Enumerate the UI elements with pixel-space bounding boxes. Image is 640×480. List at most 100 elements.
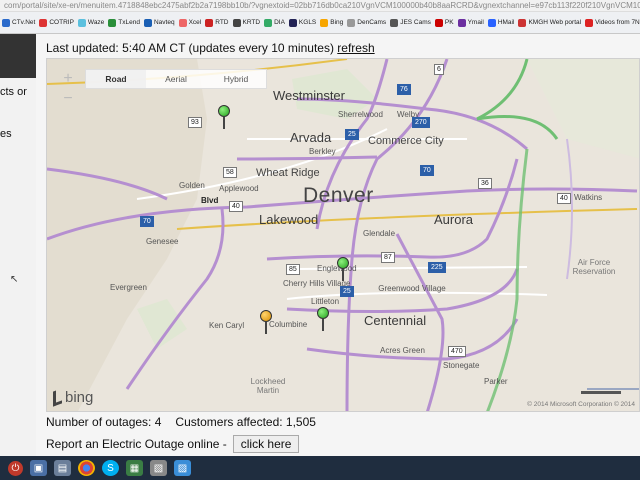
- updated-prefix: Last updated:: [46, 41, 123, 55]
- zoom-out-button[interactable]: −: [60, 91, 76, 107]
- bookmark-favicon-icon: [2, 18, 10, 27]
- bookmark-favicon-icon: [143, 18, 152, 27]
- place-columbine: Columbine: [269, 320, 308, 329]
- report-label: Report an Electric Outage online -: [46, 437, 227, 451]
- bookmark-item[interactable]: COTRIP: [39, 18, 74, 27]
- bookmark-label: JES Cams: [400, 19, 431, 26]
- route-93-shield: 93: [188, 117, 202, 128]
- place-greenwood-village: Greenwood Village: [378, 284, 446, 293]
- bookmark-label: Waze: [87, 19, 105, 26]
- place-applewood: Applewood: [219, 184, 259, 193]
- bookmark-item[interactable]: KMGH Web portal: [518, 18, 582, 27]
- bookmark-item[interactable]: KRTD: [232, 18, 261, 27]
- zoom-in-button[interactable]: +: [60, 71, 76, 87]
- place-acres-green: Acres Green: [380, 346, 425, 355]
- bookmark-label: DenCams: [357, 19, 387, 26]
- bookmark-favicon-icon: [518, 18, 527, 27]
- place-evergreen: Evergreen: [110, 283, 147, 292]
- bookmark-item[interactable]: CTv.Net: [2, 18, 36, 27]
- place-aurora: Aurora: [434, 212, 474, 227]
- refresh-link[interactable]: refresh: [337, 41, 374, 55]
- bookmark-item[interactable]: JES Cams: [390, 18, 431, 27]
- route-40-shield-west: 40: [229, 201, 243, 212]
- bookmark-item[interactable]: DenCams: [347, 18, 387, 27]
- desktop-icon[interactable]: ▣: [30, 460, 47, 476]
- bookmark-favicon-icon: [347, 18, 356, 27]
- sidebar-text-1: cts or: [0, 86, 27, 98]
- power-icon[interactable]: ⏻: [8, 460, 23, 476]
- bookmark-favicon-icon: [585, 18, 594, 27]
- mouse-cursor-icon: ↖: [10, 274, 19, 285]
- route-470-shield: 470: [448, 346, 466, 357]
- bookmark-label: KGLS: [298, 19, 317, 26]
- bookmark-label: DIA: [274, 19, 285, 26]
- bookmark-favicon-icon: [487, 18, 496, 27]
- bookmark-label: KMGH Web portal: [528, 19, 582, 26]
- outage-pin-4[interactable]: [317, 307, 329, 331]
- place-berkley: Berkley: [309, 147, 336, 156]
- bookmark-item[interactable]: Bing: [320, 18, 343, 27]
- pin-stem: [265, 322, 267, 334]
- bookmark-item[interactable]: Navteq: [143, 18, 175, 27]
- route-36-shield: 36: [478, 178, 492, 189]
- outage-map[interactable]: + − Road Aerial Hybrid Westminster Sherr…: [46, 58, 640, 412]
- bookmark-label: KRTD: [242, 19, 261, 26]
- pin-head: [317, 307, 329, 319]
- bookmark-favicon-icon: [390, 18, 399, 27]
- folder-icon[interactable]: ▤: [54, 460, 71, 476]
- bookmark-favicon-icon: [108, 18, 117, 27]
- app-icon-green[interactable]: ▦: [126, 460, 143, 476]
- chrome-icon[interactable]: [78, 460, 95, 476]
- bookmark-label: CTv.Net: [12, 19, 36, 26]
- outage-pin-3[interactable]: [260, 310, 272, 334]
- route-85-shield: 85: [286, 264, 300, 275]
- route-40-shield-east: 40: [557, 193, 571, 204]
- bookmark-item[interactable]: Videos from 7NEWS: [585, 18, 640, 27]
- customers-count: 1,505: [285, 415, 316, 429]
- updated-timestamp: 5:40 AM CT: [122, 41, 186, 55]
- place-lockheed-martin: Lockheed Martin: [250, 377, 286, 395]
- report-outage-button[interactable]: click here: [232, 435, 300, 453]
- app-icon-blue[interactable]: ▨: [174, 460, 191, 476]
- bookmark-favicon-icon: [205, 18, 214, 27]
- route-225-shield: 225: [428, 262, 446, 273]
- address-bar[interactable]: com/portal/site/xe-en/menuitem.4718848eb…: [0, 0, 640, 12]
- bookmark-favicon-icon: [264, 18, 273, 27]
- bookmark-item[interactable]: Xcel: [178, 18, 201, 27]
- bookmark-item[interactable]: RTD: [205, 18, 229, 27]
- bookmark-item[interactable]: KGLS: [288, 18, 317, 27]
- place-glendale: Glendale: [363, 229, 396, 238]
- place-air-force-reservation: Air Force Reservation: [572, 258, 616, 276]
- bookmark-favicon-icon: [77, 18, 86, 27]
- bookmark-item[interactable]: TxLend: [108, 18, 140, 27]
- bookmark-item[interactable]: HMail: [487, 18, 515, 27]
- map-type-aerial[interactable]: Aerial: [146, 70, 206, 88]
- place-westminster: Westminster: [273, 88, 345, 103]
- outages-count: 4: [154, 415, 162, 429]
- last-updated-line: Last updated: 5:40 AM CT (updates every …: [46, 41, 375, 55]
- map-type-hybrid[interactable]: Hybrid: [206, 70, 266, 88]
- bookmark-item[interactable]: Ymail: [457, 18, 484, 27]
- windows-taskbar: ⏻ ▣ ▤ S ▦ ▧ ▨: [0, 456, 640, 480]
- skype-icon[interactable]: S: [102, 460, 119, 476]
- outage-pin-2[interactable]: [337, 257, 349, 281]
- bookmark-favicon-icon: [434, 18, 443, 27]
- left-sidebar: cts or es ↖: [0, 34, 36, 456]
- route-76-shield: 76: [397, 84, 411, 95]
- place-littleton: Littleton: [311, 297, 340, 306]
- bookmark-favicon-icon: [39, 18, 48, 27]
- outage-pin-1[interactable]: [218, 105, 230, 129]
- bookmark-item[interactable]: PK: [434, 18, 454, 27]
- pin-head: [337, 257, 349, 269]
- place-sherrelwood: Sherrelwood: [338, 110, 383, 119]
- app-icon-gray[interactable]: ▧: [150, 460, 167, 476]
- map-type-road[interactable]: Road: [86, 70, 146, 88]
- bookmark-label: HMail: [497, 19, 515, 26]
- bookmark-label: PK: [444, 19, 454, 26]
- place-denver: Denver: [303, 184, 374, 207]
- sidebar-dark-block: [0, 34, 36, 78]
- bookmark-favicon-icon: [320, 18, 329, 27]
- place-lakewood: Lakewood: [259, 212, 319, 227]
- bookmark-item[interactable]: DIA: [264, 18, 285, 27]
- bookmark-item[interactable]: Waze: [77, 18, 105, 27]
